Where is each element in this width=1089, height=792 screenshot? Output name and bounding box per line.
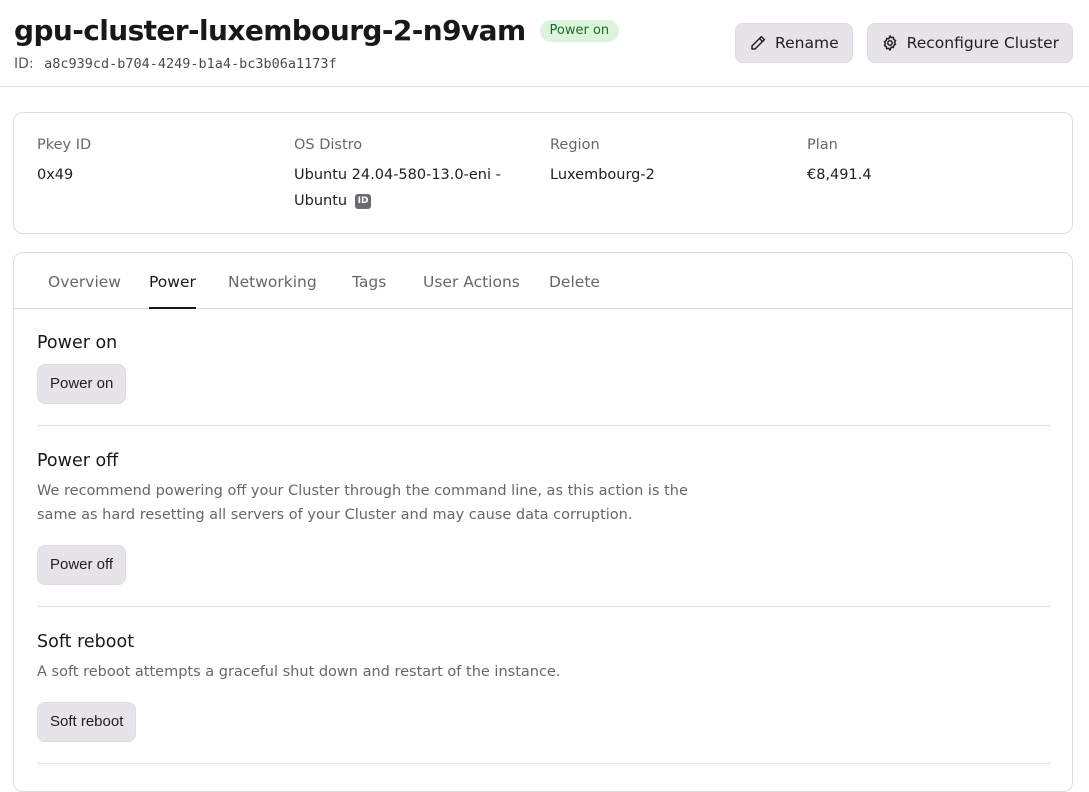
rename-button[interactable]: Rename xyxy=(735,23,853,63)
status-badge: Power on xyxy=(539,20,620,42)
region-value: Luxembourg-2 xyxy=(550,167,655,183)
section-divider xyxy=(37,763,1051,764)
cluster-info-card: Pkey ID 0x49 OS Distro Ubuntu 24.04-580-… xyxy=(13,112,1073,234)
pencil-icon xyxy=(751,35,766,50)
power-on-title: Power on xyxy=(37,333,118,353)
soft-reboot-button[interactable]: Soft reboot xyxy=(37,702,137,742)
cluster-id-row: ID: a8c939cd-b704-4249-b1a4-bc3b06a1173f xyxy=(14,56,337,72)
plan-value: €8,491.4 xyxy=(807,167,872,183)
region-field: Region Luxembourg-2 xyxy=(550,137,790,188)
section-divider xyxy=(37,425,1051,426)
pkey-field: Pkey ID 0x49 xyxy=(37,137,277,188)
power-off-description: We recommend powering off your Cluster t… xyxy=(37,483,688,523)
gear-icon xyxy=(883,35,896,51)
reconfigure-button-label: Reconfigure Cluster xyxy=(906,34,1059,52)
plan-label: Plan xyxy=(807,137,838,153)
page-title: gpu-cluster-luxembourg-2-n9vam xyxy=(14,14,526,47)
tab-overview[interactable]: Overview xyxy=(48,253,121,309)
os-distro-label: OS Distro xyxy=(294,137,363,153)
pkey-label: Pkey ID xyxy=(37,137,92,153)
power-on-button[interactable]: Power on xyxy=(37,364,127,404)
soft-reboot-section: Soft reboot A soft reboot attempts a gra… xyxy=(37,632,1051,684)
pkey-value: 0x49 xyxy=(37,167,74,183)
power-off-section: Power off We recommend powering off your… xyxy=(37,451,1051,527)
power-on-section: Power on xyxy=(37,333,1051,353)
os-distro-value: Ubuntu 24.04-580-13.0-eni - Ubuntu ID xyxy=(294,162,534,214)
soft-reboot-title: Soft reboot xyxy=(37,632,135,652)
plan-field: Plan €8,491.4 xyxy=(807,137,1047,188)
tab-user-actions[interactable]: User Actions xyxy=(423,253,520,309)
tab-bar: Overview Power Networking Tags User Acti… xyxy=(14,253,1072,309)
cluster-id-value: a8c939cd-b704-4249-b1a4-bc3b06a1173f xyxy=(44,56,337,72)
os-distro-value-line2: Ubuntu xyxy=(294,193,348,209)
os-distro-field: OS Distro Ubuntu 24.04-580-13.0-eni - Ub… xyxy=(294,137,534,214)
tabs-card: Overview Power Networking Tags User Acti… xyxy=(13,252,1073,792)
section-divider xyxy=(37,606,1051,607)
header-actions: Rename Reconfigure Cluster xyxy=(735,23,1073,63)
power-off-button[interactable]: Power off xyxy=(37,545,127,585)
reconfigure-cluster-button[interactable]: Reconfigure Cluster xyxy=(866,23,1073,63)
tab-power[interactable]: Power xyxy=(149,253,196,309)
region-label: Region xyxy=(550,137,600,153)
soft-reboot-description: A soft reboot attempts a graceful shut d… xyxy=(37,664,561,680)
tab-networking[interactable]: Networking xyxy=(228,253,317,309)
tab-tags[interactable]: Tags xyxy=(352,253,386,309)
cluster-id-label: ID: xyxy=(14,56,34,72)
title-row: gpu-cluster-luxembourg-2-n9vam Power on xyxy=(14,12,620,50)
page-header: gpu-cluster-luxembourg-2-n9vam Power on … xyxy=(0,0,1089,87)
power-off-title: Power off xyxy=(37,451,119,471)
tab-delete[interactable]: Delete xyxy=(549,253,600,309)
id-chip-icon[interactable]: ID xyxy=(355,193,372,209)
os-distro-value-line1: Ubuntu 24.04-580-13.0-eni - xyxy=(294,167,501,183)
rename-button-label: Rename xyxy=(775,34,839,52)
